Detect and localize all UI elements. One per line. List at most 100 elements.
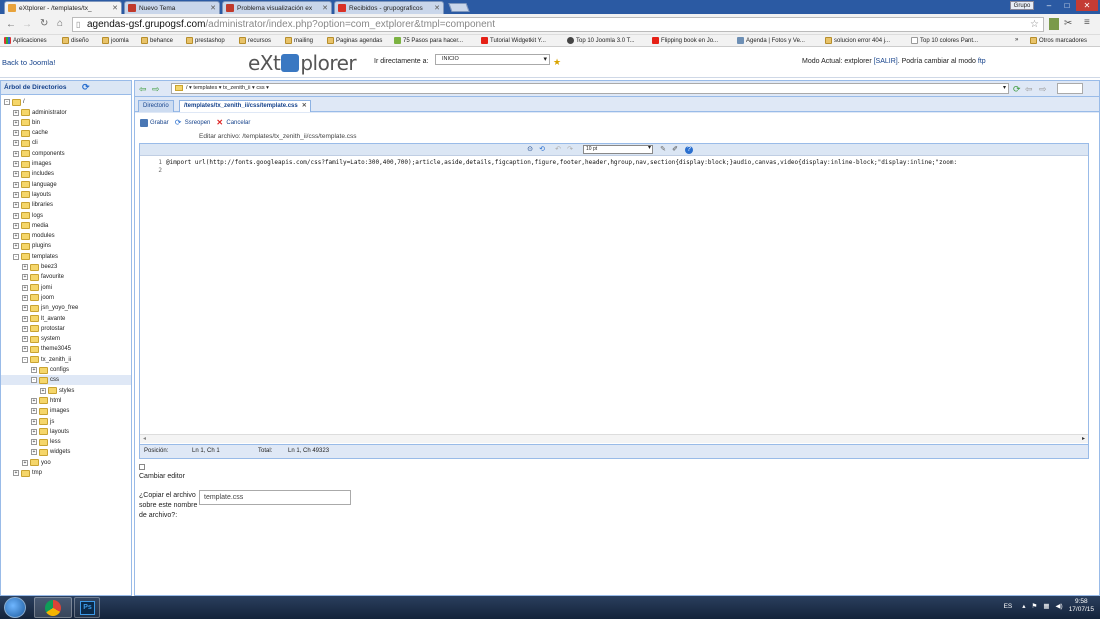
tree-item-components[interactable]: + components [13,149,65,159]
expand-icon[interactable]: + [31,397,37,404]
close-tab-icon[interactable]: ✕ [302,101,307,112]
back-arrow-icon[interactable]: ⇦ [1025,84,1033,95]
code-text[interactable]: @import url(http://fonts.googleapis.com/… [166,159,1086,429]
save-button[interactable]: Grabar [140,119,169,127]
pen-icon[interactable]: ✐ [671,146,679,154]
scroll-right-icon[interactable]: ▸ [1082,435,1085,442]
profile-button[interactable]: Grupo [1010,1,1034,10]
browser-tab-gmail[interactable]: Recibidos - grupograficos ✕ [334,1,444,14]
maximize-icon[interactable]: □ [1058,0,1076,11]
undo-icon[interactable]: ↶ [554,146,562,154]
tab-directorio[interactable]: Directorio [138,100,174,112]
tree-item-cache[interactable]: + cache [13,128,48,138]
bookmark-apps[interactable]: Aplicaciones [4,37,47,44]
font-size-select[interactable]: 10 pt [583,145,653,154]
bookmark-75-pasos[interactable]: 75 Pasos para hacer... [394,37,463,44]
clock[interactable]: 9:58 17/07/15 [1069,598,1094,614]
chrome-taskbar-button[interactable] [34,597,72,618]
expand-icon[interactable]: + [13,202,19,209]
photoshop-taskbar-button[interactable]: Ps [74,597,100,618]
address-bar[interactable]: ▯ agendas-gsf.grupogsf.com/administrator… [72,17,1044,32]
horizontal-scrollbar[interactable]: ◂ ▸ [140,434,1088,443]
goto-select[interactable]: INICIO [435,54,550,65]
tree-item-css[interactable]: - css [1,375,131,386]
tree-item-html[interactable]: + html [31,396,61,406]
new-tab-button[interactable] [448,3,470,12]
expand-icon[interactable]: + [22,274,28,281]
tree-item-plugins[interactable]: + plugins [13,241,51,251]
tree-item-jsn-yoyo-free[interactable]: + jsn_yoyo_free [22,303,78,313]
expand-icon[interactable]: + [22,459,28,466]
bookmark-behance[interactable]: behance [141,37,173,44]
tree-item-bin[interactable]: + bin [13,118,40,128]
close-window-icon[interactable]: ✕ [1076,0,1098,11]
tree-item-js[interactable]: + js [31,417,54,427]
tree-item-favourite[interactable]: + favourite [22,272,64,282]
back-arrow-icon[interactable]: ⇦ [139,84,147,95]
bookmark-mailing[interactable]: mailing [285,37,313,44]
expand-icon[interactable]: + [22,294,28,301]
tree-item-includes[interactable]: + includes [13,169,54,179]
bookmark-paginas-agendas[interactable]: Paginas agendas [327,37,382,44]
tree-item-jomi[interactable]: + jomi [22,283,52,293]
menu-icon[interactable]: ≡ [1084,17,1090,28]
tree-item-system[interactable]: + system [22,334,60,344]
expand-icon[interactable]: + [13,222,19,229]
forward-arrow-icon[interactable]: ⇨ [1039,84,1047,95]
tab-template-css[interactable]: /templates/tx_zenith_ii/css/template.css… [179,100,311,112]
copy-filename-input[interactable]: template.css [199,490,351,505]
tree-item-administrator[interactable]: + administrator [13,108,67,118]
back-to-joomla-link[interactable]: Back to Joomla! [2,58,55,67]
brush-icon[interactable]: ✎ [659,146,667,154]
close-tab-icon[interactable]: ✕ [112,4,118,12]
volume-icon[interactable]: ◀) [1056,602,1063,610]
code-line[interactable]: @import url(http://fonts.googleapis.com/… [166,159,1086,167]
tree-item-images[interactable]: + images [13,159,51,169]
path-search-input[interactable] [1057,83,1083,94]
expand-icon[interactable]: + [22,346,28,353]
tree-item-media[interactable]: + media [13,221,48,231]
close-tab-icon[interactable]: ✕ [210,4,216,12]
start-button[interactable] [4,597,26,618]
bookmark-star-icon[interactable]: ☆ [1030,18,1039,31]
collapse-icon[interactable]: - [31,377,37,384]
cancel-button[interactable]: ✕ Cancelar [216,119,250,127]
expand-icon[interactable]: + [31,408,37,415]
expand-icon[interactable]: + [31,439,37,446]
expand-icon[interactable]: + [13,109,19,116]
close-tab-icon[interactable]: ✕ [434,4,440,12]
bookmark-otros[interactable]: Otros marcadores [1030,37,1087,44]
expand-icon[interactable]: + [22,264,28,270]
bookmark-prestashop[interactable]: prestashop [186,37,225,44]
expand-icon[interactable]: + [40,387,46,394]
tree-item-theme3045[interactable]: + theme3045 [22,344,71,354]
expand-icon[interactable]: + [13,161,19,167]
expand-icon[interactable]: + [22,325,28,332]
bookmark-joomla[interactable]: joomla [102,37,129,44]
flag-icon[interactable]: ⚑ [1032,602,1038,610]
tree-item-language[interactable]: + language [13,180,57,190]
forward-arrow-icon[interactable]: → [22,19,32,30]
expand-icon[interactable]: + [13,470,19,476]
browser-tab-nuevo-tema[interactable]: Nuevo Tema ✕ [124,1,220,14]
expand-icon[interactable]: + [31,418,37,425]
expand-icon[interactable]: + [13,140,19,147]
close-tab-icon[interactable]: ✕ [322,4,328,12]
network-icon[interactable]: ▦ [1043,602,1049,610]
expand-icon[interactable]: + [31,449,37,456]
home-icon[interactable]: ⌂ [57,18,63,29]
extension-tools-icon[interactable]: ✂ [1064,18,1072,29]
redo-icon[interactable]: ↷ [566,146,574,154]
expand-icon[interactable]: + [22,336,28,343]
minimize-icon[interactable]: – [1040,0,1058,11]
expand-icon[interactable]: + [13,150,19,157]
expand-icon[interactable]: + [13,130,19,137]
bookmark-diseno[interactable]: diseño [62,37,89,44]
language-indicator[interactable]: ES [1004,603,1013,610]
bookmarks-overflow-button[interactable]: » [1015,37,1018,43]
expand-icon[interactable]: + [13,191,19,198]
expand-icon[interactable]: + [31,428,37,435]
reload-icon[interactable]: ↻ [40,18,48,29]
browser-tab-problema[interactable]: Problema visualización ex ✕ [222,1,332,14]
tree-item-less[interactable]: + less [31,437,61,447]
